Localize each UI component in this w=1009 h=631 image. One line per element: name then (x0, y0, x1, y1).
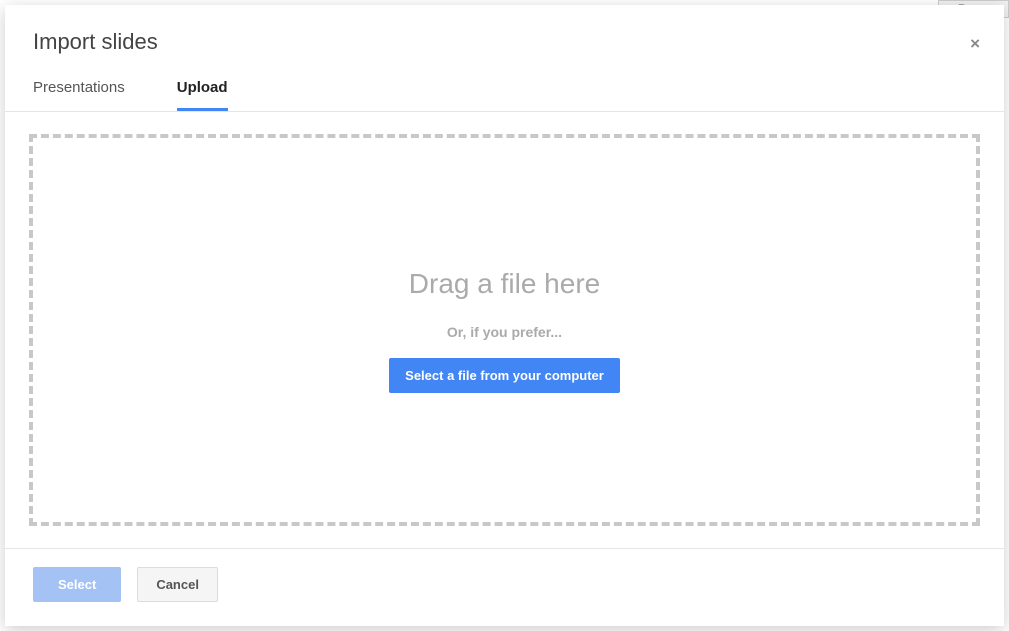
dialog-title: Import slides (33, 29, 976, 55)
select-file-button[interactable]: Select a file from your computer (389, 358, 620, 393)
close-icon[interactable]: × (970, 35, 980, 52)
import-slides-dialog: × Import slides Presentations Upload Dra… (5, 5, 1004, 626)
tabs: Presentations Upload (5, 55, 1004, 112)
file-dropzone[interactable]: Drag a file here Or, if you prefer... Se… (29, 134, 980, 526)
drag-or-text: Or, if you prefer... (447, 324, 562, 340)
dialog-footer: Select Cancel (5, 548, 1004, 626)
content-area: Drag a file here Or, if you prefer... Se… (5, 112, 1004, 548)
dialog-header: Import slides (5, 5, 1004, 55)
cancel-button[interactable]: Cancel (137, 567, 218, 602)
tab-presentations[interactable]: Presentations (33, 79, 125, 111)
select-button[interactable]: Select (33, 567, 121, 602)
tab-upload[interactable]: Upload (177, 79, 228, 111)
drag-title: Drag a file here (409, 268, 600, 300)
